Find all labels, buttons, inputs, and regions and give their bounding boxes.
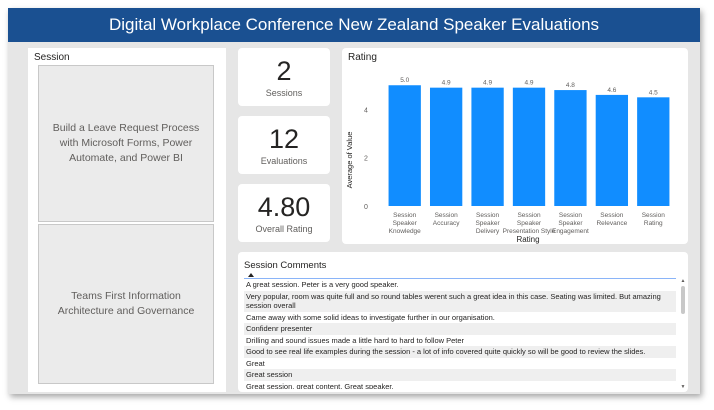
data-label: 4.5 [649, 89, 658, 96]
data-label: 4.9 [483, 80, 492, 87]
session-item-teams-first[interactable]: Teams First Information Architecture and… [38, 224, 214, 384]
comments-scrollbar[interactable]: ▲ ▼ [680, 278, 686, 390]
scroll-thumb[interactable] [681, 286, 685, 314]
comment-list: A great session. Peter is a very good sp… [244, 279, 676, 389]
session-item-leave-request[interactable]: Build a Leave Request Process with Micro… [38, 65, 214, 222]
x-tick-label: Session Speaker Engagement [552, 212, 589, 235]
x-tick-label: Session Rating [642, 212, 666, 227]
data-label: 5.0 [400, 77, 409, 84]
data-label: 4.9 [442, 80, 451, 87]
bar[interactable] [637, 97, 670, 206]
comment-row: Drilling and sound issues made a little … [246, 335, 465, 345]
comment-row: Great session [244, 369, 676, 381]
data-label: 4.8 [566, 82, 575, 89]
bar[interactable] [388, 85, 421, 206]
comment-row: Came away with some solid ideas to inves… [246, 312, 495, 322]
scroll-down-icon[interactable]: ▼ [680, 384, 686, 390]
kpi-sessions-value: 2 [276, 56, 292, 86]
comment-row: A great session. Peter is a very good sp… [246, 280, 399, 289]
comment-row: Confidenr presenter [244, 323, 676, 335]
y-tick-label: 2 [364, 156, 368, 163]
y-tick-label: 4 [364, 107, 368, 114]
bar[interactable] [471, 87, 504, 206]
session-slicer-header: Session [34, 52, 70, 63]
bar[interactable] [429, 87, 463, 206]
comment-row: Great session, great content. Great spea… [246, 381, 394, 390]
comment-row: Good to see real life examples during th… [244, 346, 676, 358]
y-tick-label: 0 [364, 204, 368, 211]
comment-row: Very popular, room was quite full and so… [244, 290, 676, 312]
x-axis-label: Rating [516, 235, 539, 244]
sort-ascending-icon[interactable] [248, 273, 254, 277]
report-title: Digital Workplace Conference New Zealand… [8, 8, 700, 42]
kpi-evaluations-card: 12 Evaluations [238, 116, 330, 174]
data-label: 4.6 [607, 87, 616, 94]
kpi-evaluations-label: Evaluations [260, 156, 308, 166]
scroll-up-icon[interactable]: ▲ [680, 278, 686, 284]
kpi-sessions-card: 2 Sessions [238, 48, 330, 106]
report-canvas: Digital Workplace Conference New Zealand… [8, 8, 700, 394]
session-comments-table: Session Comments A great session. Peter … [238, 252, 688, 392]
session-slicer: Session Build a Leave Request Process wi… [28, 48, 226, 392]
x-tick-label: Session Speaker Presentation Style [503, 212, 556, 235]
comment-row: Great [246, 358, 265, 368]
x-tick-label: Session Relevance [596, 212, 627, 227]
comments-column-header[interactable]: Session Comments [244, 260, 326, 271]
x-tick-label: Session Speaker Knowledge [389, 212, 422, 235]
y-axis-label: Average of Value [345, 132, 354, 189]
data-label: 4.9 [524, 80, 533, 87]
bar[interactable] [512, 87, 546, 206]
rating-bar-chart: Average of Value Rating 0 2 4 5.0 Session Spe… [345, 77, 670, 244]
x-tick-label: Session Accuracy [433, 212, 460, 227]
kpi-overall-rating-card: 4.80 Overall Rating [238, 184, 330, 242]
kpi-evaluations-value: 12 [268, 124, 300, 154]
bar[interactable] [554, 90, 587, 206]
kpi-overall-rating-value: 4.80 [257, 192, 311, 222]
kpi-sessions-label: Sessions [265, 88, 303, 98]
rating-chart-card: Rating Average of Value Rating 0 2 4 5.0 Ses… [342, 48, 688, 244]
bar[interactable] [595, 94, 629, 206]
kpi-overall-rating-label: Overall Rating [255, 224, 313, 234]
x-tick-label: Session Speaker Delivery [475, 212, 500, 235]
